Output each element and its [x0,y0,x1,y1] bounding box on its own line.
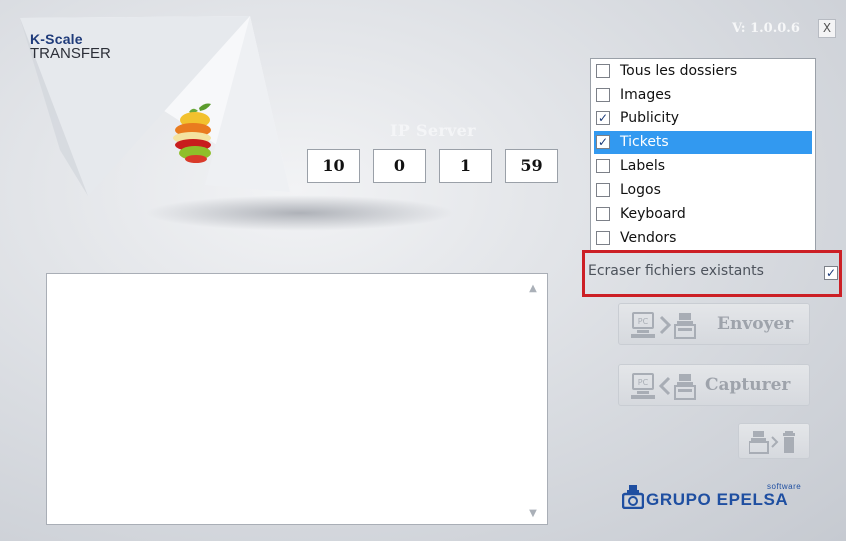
folder-item-label: Tickets [620,134,669,150]
folder-item-tickets[interactable]: ✓ Tickets [594,131,812,154]
ip-octet-4[interactable]: 59 [505,149,558,183]
folder-item-images[interactable]: Images [594,84,812,107]
scroll-up-arrow[interactable]: ▲ [526,283,540,295]
svg-text:PC: PC [638,378,649,387]
folder-item-label: Images [620,87,672,103]
ip-octet-2[interactable]: 0 [373,149,426,183]
folder-item-labels[interactable]: Labels [594,155,812,178]
log-textarea[interactable] [46,273,548,525]
folder-item-vendors[interactable]: Vendors [594,227,812,250]
folder-item-keyboard[interactable]: Keyboard [594,203,812,226]
folder-checkbox[interactable] [596,207,610,221]
ip-server-label: IP Server [390,121,476,140]
ip-octet-3[interactable]: 1 [439,149,492,183]
folder-checkbox[interactable] [596,64,610,78]
scroll-down-arrow[interactable]: ▼ [526,508,540,520]
folder-checkbox[interactable]: ✓ [596,111,610,125]
send-button-label: Envoyer [717,314,794,334]
folder-checkbox[interactable]: ✓ [596,135,610,149]
epelsa-scale-logo-icon [622,485,644,509]
folder-item-label: Tous les dossiers [620,63,738,79]
folder-item-tous-les-dossiers[interactable]: Tous les dossiers [594,60,812,83]
folder-item-logos[interactable]: Logos [594,179,812,202]
delete-button[interactable] [738,423,810,459]
logo-name: GRUPO EPELSA [646,490,789,509]
folder-item-label: Vendors [620,230,677,246]
folder-item-label: Labels [620,158,666,174]
folder-checkbox[interactable] [596,88,610,102]
folder-checkbox[interactable] [596,231,610,245]
brand-logo: K-Scale TRANSFER [30,31,111,62]
send-button[interactable]: PC Envoyer [618,303,810,345]
folder-checkbox[interactable] [596,159,610,173]
scale-to-pc-icon: PC [631,373,696,400]
version-label: V: 1.0.0.6 [732,21,800,36]
folder-checkbox[interactable] [596,183,610,197]
close-button[interactable]: X [818,19,836,38]
overwrite-checkbox[interactable]: ✓ [824,266,838,280]
folder-item-label: Keyboard [620,206,686,222]
svg-text:PC: PC [638,317,649,326]
folder-item-label: Publicity [620,110,680,126]
pc-to-scale-icon: PC [631,312,696,339]
brand-line2: TRANSFER [30,45,111,62]
folder-list: Tous les dossiers Images ✓ Publicity ✓ T… [590,58,816,251]
folder-item-label: Logos [620,182,661,198]
scale-to-trash-icon [749,431,795,454]
capture-button[interactable]: PC Capturer [618,364,810,406]
overwrite-option: Ecraser fichiers existants ✓ [582,250,842,297]
ip-octet-1[interactable]: 10 [307,149,360,183]
capture-button-label: Capturer [705,375,791,395]
fruit-stack-icon [173,103,211,163]
folder-item-publicity[interactable]: ✓ Publicity [594,107,812,130]
app-window: K-Scale TRANSFER IP Server 10 0 1 59 V: … [0,0,846,541]
overwrite-label: Ecraser fichiers existants [588,263,764,279]
shelf-shadow [145,195,455,231]
